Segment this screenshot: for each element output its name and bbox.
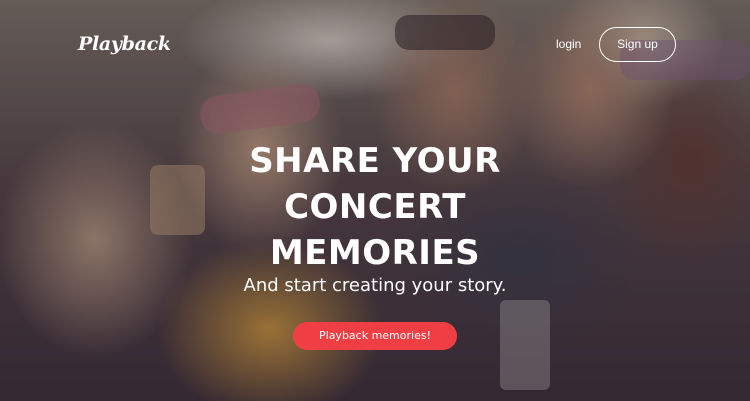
headline-line: MEMORIES	[269, 233, 481, 273]
playback-memories-button[interactable]: Playback memories!	[293, 322, 457, 350]
hero-headline: SHARE YOUR CONCERT MEMORIES	[0, 138, 750, 276]
signup-button[interactable]: Sign up	[599, 27, 676, 62]
headline-line: CONCERT	[284, 187, 466, 227]
hero-subtitle: And start creating your story.	[243, 275, 507, 296]
logo[interactable]: Playback	[78, 33, 171, 55]
site-header: Playback login Sign up	[0, 0, 750, 80]
headline-line: SHARE YOUR	[249, 141, 501, 181]
login-link[interactable]: login	[556, 37, 581, 51]
